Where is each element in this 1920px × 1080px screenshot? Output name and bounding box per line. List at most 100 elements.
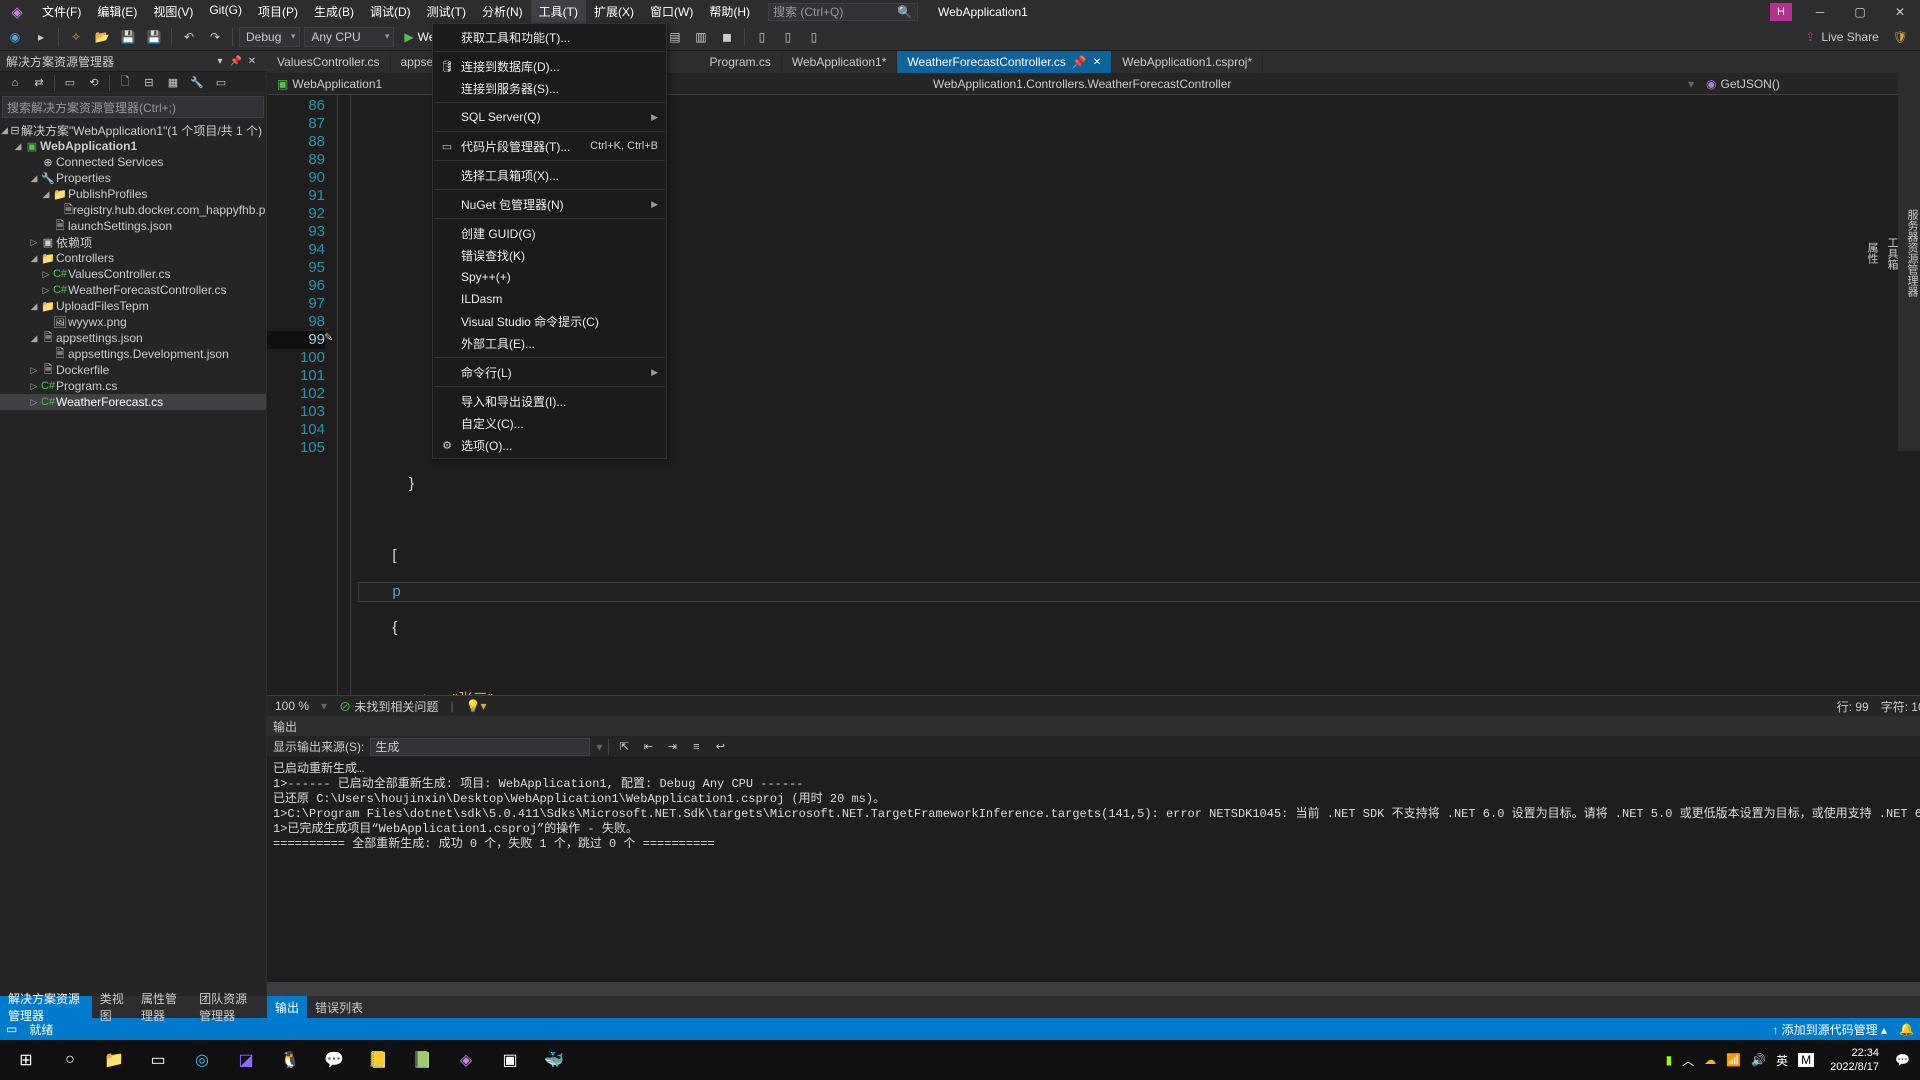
switch-views-icon[interactable]: ⇄ (30, 74, 48, 92)
start-button[interactable]: ⊞ (4, 1040, 48, 1080)
uploadfiles-node[interactable]: ◢📁UploadFilesTepm (0, 298, 266, 314)
dd-options[interactable]: ⚙选项(O)... (433, 434, 666, 456)
server-explorer-tab[interactable]: 服务器资源管理器 (1904, 209, 1920, 297)
right-tool-strip[interactable]: 服务器资源管理器 工具箱 属性 (1898, 51, 1920, 451)
wechat-icon[interactable]: 💬 (312, 1040, 356, 1080)
nav-class[interactable]: WebApplication1.Controllers.WeatherForec… (929, 75, 1680, 93)
dockerfile-node[interactable]: ▷🗎Dockerfile (0, 362, 266, 378)
tab-output[interactable]: 输出 (267, 996, 307, 1018)
tab-valuescontroller[interactable]: ValuesController.cs (267, 51, 391, 73)
menu-tools[interactable]: 工具(T) (531, 0, 586, 23)
tab-class-view[interactable]: 类视图 (92, 996, 133, 1018)
tool-icon-6[interactable]: ▯ (751, 26, 773, 48)
taskbar-clock[interactable]: 22:34 2022/8/17 (1824, 1046, 1885, 1074)
tab-property-mgr[interactable]: 属性管理器 (133, 996, 191, 1018)
properties-tab[interactable]: 属性 (1864, 242, 1880, 264)
tab-csproj[interactable]: WebApplication1.csproj* (1112, 51, 1263, 73)
menu-project[interactable]: 项目(P) (250, 0, 306, 23)
dd-snippet[interactable]: ▭代码片段管理器(T)...Ctrl+K, Ctrl+B (433, 135, 666, 157)
panel-pin-icon[interactable]: 📌 (228, 56, 244, 67)
app-icon-1[interactable]: ◪ (224, 1040, 268, 1080)
program-node[interactable]: ▷C#Program.cs (0, 378, 266, 394)
dd-custom[interactable]: 自定义(C)... (433, 412, 666, 434)
properties-node[interactable]: ◢🔧Properties (0, 170, 266, 186)
dd-sql[interactable]: SQL Server(Q)▶ (433, 106, 666, 128)
add-source-control[interactable]: ↑ 添加到源代码管理 ▴ (1772, 1021, 1887, 1038)
project-node[interactable]: ◢▣WebApplication1 (0, 138, 266, 154)
issues-status[interactable]: ⊘ 未找到相关问题 (339, 698, 438, 715)
menu-view[interactable]: 视图(V) (145, 0, 201, 23)
menu-help[interactable]: 帮助(H) (701, 0, 758, 23)
panel-close-icon[interactable]: ✕ (244, 56, 260, 67)
tab-solution-explorer[interactable]: 解决方案资源管理器 (0, 996, 92, 1018)
liveshare-button[interactable]: ⇪ Live Share 🛡 (1805, 30, 1916, 44)
refresh-icon[interactable]: 🗋 (116, 74, 134, 92)
tab-close-icon[interactable]: ✕ (1093, 57, 1101, 68)
tool-icon-8[interactable]: ▯ (803, 26, 825, 48)
output-next-icon[interactable]: ⇥ (663, 738, 681, 756)
menu-extensions[interactable]: 扩展(X) (586, 0, 642, 23)
cortana-icon[interactable]: ○ (48, 1040, 92, 1080)
tray-chevron-icon[interactable]: ︿ (1682, 1052, 1694, 1069)
new-icon[interactable]: ✧ (65, 26, 87, 48)
terminal-icon[interactable]: ▣ (488, 1040, 532, 1080)
toolbox-tab[interactable]: 工具箱 (1884, 237, 1900, 270)
onedrive-icon[interactable]: ☁ (1704, 1053, 1716, 1067)
open-icon[interactable]: 📂 (91, 26, 113, 48)
comment-icon[interactable]: ▤ (664, 26, 686, 48)
line-indicator[interactable]: 行: 99 (1837, 698, 1869, 715)
dd-ext[interactable]: 外部工具(E)... (433, 332, 666, 354)
bookmark-icon[interactable]: ◼ (716, 26, 738, 48)
explorer-icon[interactable]: 📁 (92, 1040, 136, 1080)
collapse-icon[interactable]: ⊟ (140, 74, 158, 92)
dd-ildasm[interactable]: ILDasm (433, 288, 666, 310)
ime-lang[interactable]: 英 (1776, 1052, 1788, 1069)
edge-icon[interactable]: ◎ (180, 1040, 224, 1080)
undo-icon[interactable]: ↶ (178, 26, 200, 48)
battery-icon[interactable]: ▮ (1666, 1053, 1673, 1067)
dd-impexp[interactable]: 导入和导出设置(I)... (433, 390, 666, 412)
ime-mode[interactable]: M (1798, 1053, 1814, 1067)
solution-search[interactable]: 搜索解决方案资源管理器(Ctrl+;) (2, 96, 264, 118)
menu-edit[interactable]: 编辑(E) (89, 0, 145, 23)
connected-services-node[interactable]: ⊕Connected Services (0, 154, 266, 170)
menu-git[interactable]: Git(G) (201, 0, 250, 23)
wifi-icon[interactable]: 📶 (1726, 1053, 1741, 1067)
sync-icon[interactable]: ⟲ (85, 74, 103, 92)
save-icon[interactable]: 💾 (117, 26, 139, 48)
volume-icon[interactable]: 🔊 (1751, 1053, 1766, 1067)
dd-spy[interactable]: Spy++(+) (433, 266, 666, 288)
nav-back-icon[interactable]: ◉ (4, 26, 26, 48)
appsettings-node[interactable]: ◢🗎appsettings.json (0, 330, 266, 346)
weatherforecast-node[interactable]: ▷C#WeatherForecast.cs (0, 394, 266, 410)
output-goto-icon[interactable]: ⇱ (615, 738, 633, 756)
deps-node[interactable]: ▷▣依赖项 (0, 234, 266, 250)
solution-node[interactable]: ◢⊟解决方案"WebApplication1"(1 个项目/共 1 个) (0, 122, 266, 138)
dd-connect-srv[interactable]: 连接到服务器(S)... (433, 77, 666, 99)
uncomment-icon[interactable]: ▥ (690, 26, 712, 48)
notifications-icon[interactable]: 🔔 (1899, 1022, 1914, 1036)
tab-webapplication[interactable]: WebApplication1* (782, 51, 898, 73)
output-hscroll[interactable] (267, 982, 1920, 996)
dd-cmdline[interactable]: 命令行(L)▶ (433, 361, 666, 383)
redo-icon[interactable]: ↷ (204, 26, 226, 48)
dd-vscmd[interactable]: Visual Studio 命令提示(C) (433, 310, 666, 332)
pin-icon[interactable]: 📌 (1072, 55, 1087, 69)
dd-errlookup[interactable]: 错误查找(K) (433, 244, 666, 266)
platform-combo[interactable]: Any CPU (304, 27, 394, 47)
tab-team-explorer[interactable]: 团队资源管理器 (191, 996, 266, 1018)
save-all-icon[interactable]: 💾 (143, 26, 165, 48)
zoom-level[interactable]: 100 % (275, 699, 309, 713)
folding-margin[interactable] (337, 95, 351, 695)
nav-fwd-icon[interactable]: ▸ (30, 26, 52, 48)
dd-guid[interactable]: 创建 GUID(G) (433, 222, 666, 244)
output-prev-icon[interactable]: ⇤ (639, 738, 657, 756)
menu-debug[interactable]: 调试(D) (362, 0, 419, 23)
tab-weathercontroller[interactable]: WeatherForecastController.cs📌✕ (897, 51, 1112, 73)
menu-file[interactable]: 文件(F) (34, 0, 89, 23)
close-button[interactable]: ✕ (1880, 0, 1920, 23)
output-source-combo[interactable]: 生成 (370, 738, 590, 756)
dd-connect-db[interactable]: 🛢连接到数据库(D)... (433, 55, 666, 77)
panel-dropdown-icon[interactable]: ▾ (212, 56, 228, 67)
config-combo[interactable]: Debug (239, 27, 300, 47)
